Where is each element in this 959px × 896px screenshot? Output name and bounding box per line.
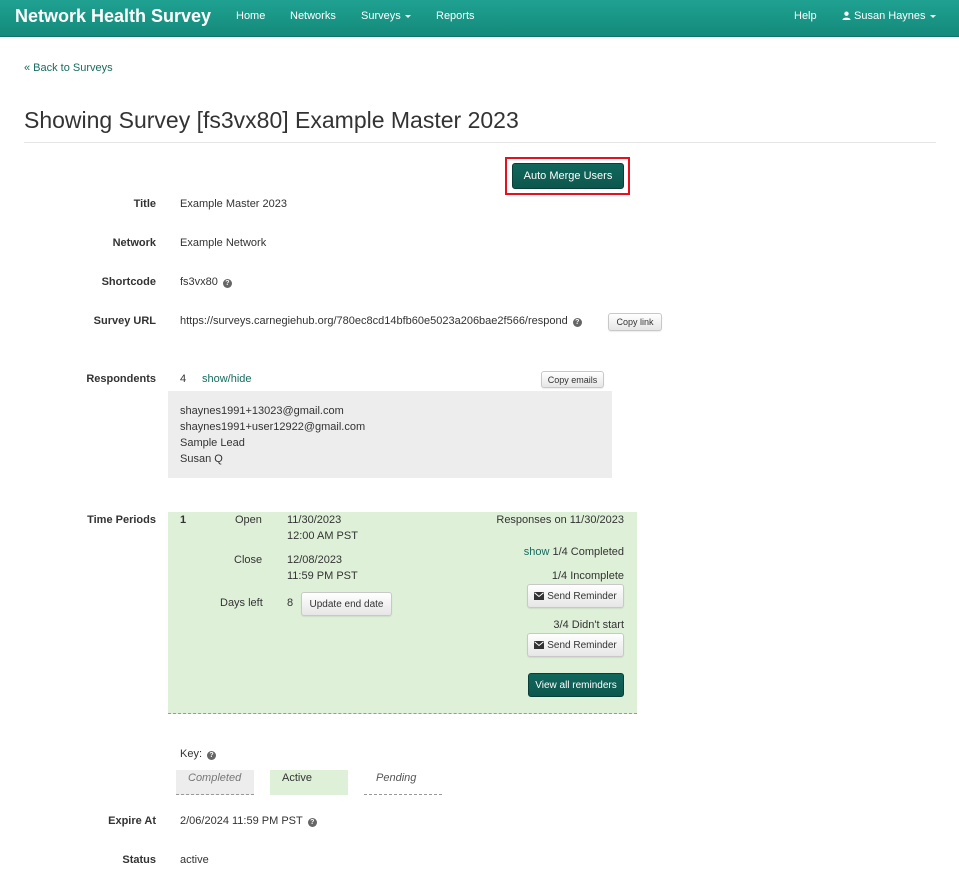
respondents-show-hide-link[interactable]: show/hide — [202, 373, 252, 385]
list-item: Susan Q — [180, 453, 223, 465]
days-left-value: 8 — [287, 597, 294, 609]
respondents-label: Respondents — [86, 373, 156, 385]
incomplete-count: 1/4 Incomplete — [551, 570, 624, 582]
user-name: Susan Haynes — [854, 10, 926, 22]
question-circle-icon[interactable]: ? — [222, 279, 232, 288]
responses-heading: Responses on 11/30/2023 — [496, 514, 624, 526]
status-label: Status — [122, 854, 156, 866]
survey-url-label: Survey URL — [93, 315, 156, 327]
key-label: Key: — [180, 748, 203, 760]
nav-help[interactable]: Help — [794, 10, 817, 22]
title-label: Title — [133, 198, 156, 210]
send-reminder-label: Send Reminder — [547, 590, 617, 602]
envelope-icon — [534, 641, 545, 649]
nav-networks[interactable]: Networks — [290, 10, 336, 22]
time-period-panel: 1 Open 11/30/2023 12:00 AM PST Close 12/… — [168, 512, 637, 714]
expire-at-field: 2/06/2024 11:59 PM PST? — [180, 815, 317, 827]
status-value: active — [180, 854, 209, 866]
completed-count: 1/4 Completed — [552, 546, 624, 558]
show-completed-link[interactable]: show — [524, 546, 550, 558]
expire-at-value: 2/06/2024 11:59 PM PST — [180, 815, 303, 827]
shortcode-label: Shortcode — [101, 276, 156, 288]
send-reminder-not-started-button[interactable]: Send Reminder — [527, 633, 624, 657]
nav-reports[interactable]: Reports — [436, 10, 475, 22]
back-to-surveys-link[interactable]: « Back to Surveys — [24, 62, 113, 74]
auto-merge-users-button[interactable]: Auto Merge Users — [512, 163, 624, 189]
period-number: 1 — [180, 514, 187, 526]
brand-logo[interactable]: Network Health Survey — [15, 6, 211, 27]
user-menu-dropdown[interactable]: Susan Haynes — [842, 10, 936, 22]
respondents-list: shaynes1991+13023@gmail.com shaynes1991+… — [168, 391, 612, 478]
nav-home[interactable]: Home — [236, 10, 265, 22]
list-item: shaynes1991+13023@gmail.com — [180, 405, 344, 417]
send-reminder-label: Send Reminder — [547, 639, 617, 651]
survey-url-value: https://surveys.carnegiehub.org/780ec8cd… — [180, 315, 568, 327]
close-label: Close — [234, 554, 263, 566]
shortcode-value: fs3vx80 — [180, 276, 218, 288]
send-reminder-incomplete-button[interactable]: Send Reminder — [527, 584, 624, 608]
update-end-date-button[interactable]: Update end date — [301, 592, 392, 616]
respondents-count: 4 — [180, 373, 187, 385]
network-value: Example Network — [180, 237, 267, 249]
network-label: Network — [112, 237, 156, 249]
chevron-down-icon — [404, 14, 411, 18]
question-circle-icon[interactable]: ? — [572, 318, 582, 327]
open-label: Open — [235, 514, 262, 526]
survey-url-field: https://surveys.carnegiehub.org/780ec8cd… — [180, 315, 582, 327]
didnt-start-count: 3/4 Didn't start — [553, 619, 624, 631]
open-date: 11/30/2023 — [287, 514, 342, 526]
key-pending-swatch: Pending — [364, 770, 442, 795]
nav-surveys-label: Surveys — [361, 10, 401, 22]
open-time: 12:00 AM PST — [287, 530, 358, 542]
title-value: Example Master 2023 — [180, 198, 287, 210]
list-item: shaynes1991+user12922@gmail.com — [180, 421, 366, 433]
chevron-down-icon — [929, 14, 936, 18]
key-label-wrap: Key:? — [180, 748, 217, 760]
completed-summary: show 1/4 Completed — [524, 546, 624, 558]
close-date: 12/08/2023 — [287, 554, 343, 566]
time-periods-label: Time Periods — [87, 514, 156, 526]
key-completed-swatch: Completed — [176, 770, 254, 795]
envelope-icon — [534, 592, 545, 600]
shortcode-field: fs3vx80? — [180, 276, 232, 288]
title-divider — [24, 142, 936, 143]
copy-emails-button[interactable]: Copy emails — [541, 371, 604, 388]
question-circle-icon[interactable]: ? — [307, 818, 317, 827]
user-icon — [842, 11, 851, 20]
expire-at-label: Expire At — [108, 815, 156, 827]
page-title: Showing Survey [fs3vx80] Example Master … — [24, 107, 519, 133]
key-active-swatch: Active — [270, 770, 348, 795]
copy-link-button[interactable]: Copy link — [608, 313, 662, 331]
list-item: Sample Lead — [180, 437, 245, 449]
question-circle-icon[interactable]: ? — [207, 751, 217, 760]
nav-surveys-dropdown[interactable]: Surveys — [361, 10, 411, 22]
top-navbar: Network Health Survey Home Networks Surv… — [0, 0, 959, 37]
view-all-reminders-button[interactable]: View all reminders — [528, 673, 624, 697]
close-time: 11:59 PM PST — [287, 570, 358, 582]
days-left-label: Days left — [220, 597, 263, 609]
